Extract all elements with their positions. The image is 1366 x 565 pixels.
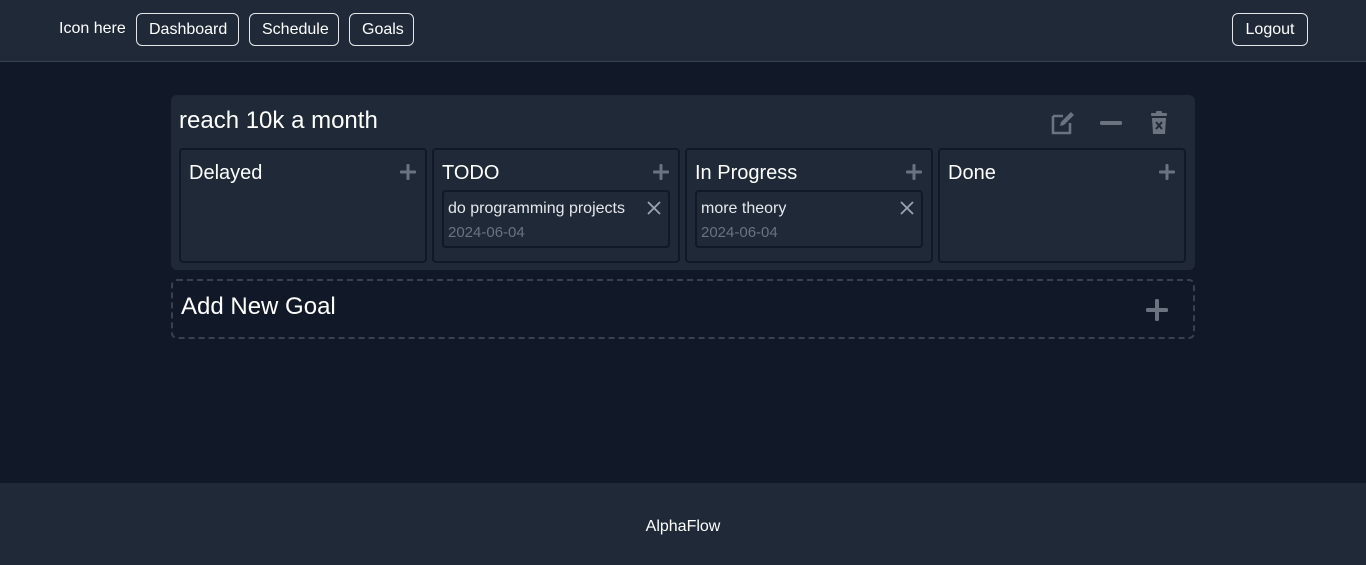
footer: AlphaFlow [0, 483, 1366, 565]
logout-button[interactable]: Logout [1232, 13, 1308, 46]
footer-app-name: AlphaFlow [645, 518, 721, 535]
minus-icon[interactable] [1098, 110, 1124, 136]
column-todo: TODO do programming projects 2024-06-04 [432, 148, 680, 263]
task-card[interactable]: do programming projects 2024-06-04 [442, 190, 670, 248]
column-title: Delayed [189, 162, 263, 184]
add-task-icon[interactable] [905, 163, 923, 181]
add-task-icon[interactable] [1158, 163, 1176, 181]
plus-icon [1145, 298, 1169, 322]
goal-card: reach 10k a month Delayed TODO do progra… [171, 95, 1195, 270]
nav-goals-button[interactable]: Goals [349, 13, 414, 46]
brand-logo-placeholder: Icon here [59, 20, 126, 37]
task-name: do programming projects [448, 200, 625, 217]
nav-dashboard-button[interactable]: Dashboard [136, 13, 239, 46]
task-name: more theory [701, 200, 787, 217]
task-date: 2024-06-04 [448, 224, 525, 241]
add-new-goal-button[interactable]: Add New Goal [171, 279, 1195, 339]
close-icon[interactable] [899, 200, 915, 216]
close-icon[interactable] [646, 200, 662, 216]
add-new-goal-label: Add New Goal [181, 293, 336, 320]
add-task-icon[interactable] [399, 163, 417, 181]
column-title: Done [948, 162, 996, 184]
add-task-icon[interactable] [652, 163, 670, 181]
column-in-progress: In Progress more theory 2024-06-04 [685, 148, 933, 263]
task-date: 2024-06-04 [701, 224, 778, 241]
column-delayed: Delayed [179, 148, 427, 263]
task-card[interactable]: more theory 2024-06-04 [695, 190, 923, 248]
edit-icon[interactable] [1050, 110, 1076, 136]
nav-schedule-button[interactable]: Schedule [249, 13, 339, 46]
column-title: TODO [442, 162, 500, 184]
goal-title: reach 10k a month [179, 107, 378, 134]
column-title: In Progress [695, 162, 798, 184]
trash-icon[interactable] [1146, 110, 1172, 136]
top-navbar: Icon here Dashboard Schedule Goals Logou… [0, 0, 1366, 62]
column-done: Done [938, 148, 1186, 263]
